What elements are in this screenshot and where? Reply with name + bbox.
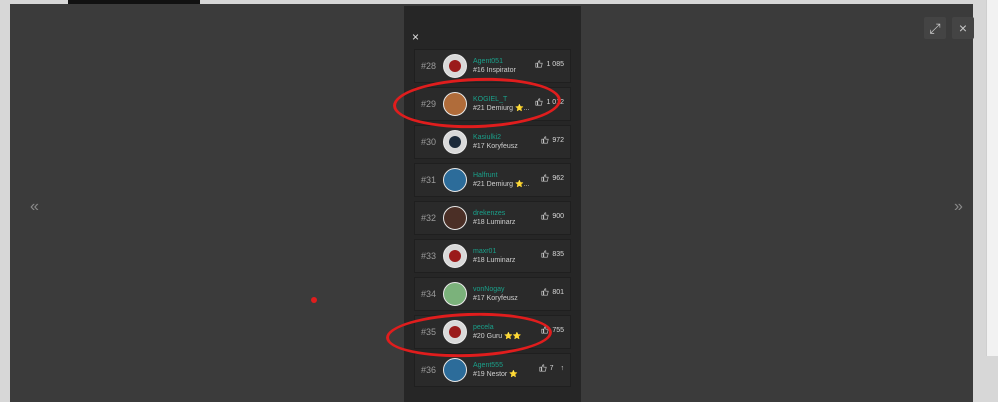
user-info: vonNogay #17 Koryfeusz bbox=[473, 285, 545, 303]
rank-label: #36 bbox=[421, 365, 437, 375]
thumbs-up-icon bbox=[535, 60, 544, 68]
thumbs-up-icon bbox=[541, 250, 549, 258]
username-link[interactable]: Halfrunt bbox=[473, 171, 545, 180]
rank-label: #28 bbox=[421, 61, 437, 71]
expand-button[interactable]: ⤢ bbox=[924, 17, 946, 39]
avatar-face-icon bbox=[449, 60, 461, 72]
avatar[interactable] bbox=[443, 244, 467, 268]
level-label: #21 Demiurg ⭐... bbox=[473, 181, 530, 188]
close-icon: × bbox=[958, 20, 968, 36]
likes-count: 801 bbox=[541, 288, 564, 296]
right-scrollbar[interactable] bbox=[986, 0, 998, 356]
username-link[interactable]: Kasiulki2 bbox=[473, 133, 545, 142]
list-item[interactable]: #30 Kasiulki2 #17 Koryfeusz 972 bbox=[414, 125, 571, 159]
username-link[interactable]: Agent051 bbox=[473, 57, 545, 66]
list-item[interactable]: #31 Halfrunt #21 Demiurg ⭐... 962 bbox=[414, 163, 571, 197]
close-button[interactable]: × bbox=[952, 17, 974, 39]
avatar[interactable] bbox=[443, 130, 467, 154]
likes-count: 962 bbox=[541, 174, 564, 182]
thumbs-up-icon bbox=[541, 288, 549, 296]
level-label: #18 Luminarz bbox=[473, 219, 516, 226]
panel-close-icon[interactable]: × bbox=[412, 30, 419, 44]
level-label: #18 Luminarz bbox=[473, 257, 516, 264]
likes-count: 1 085 bbox=[535, 60, 564, 68]
rank-label: #31 bbox=[421, 175, 437, 185]
level-label: #17 Koryfeusz bbox=[473, 143, 518, 150]
rank-label: #30 bbox=[421, 137, 437, 147]
avatar[interactable] bbox=[443, 54, 467, 78]
level-label: #16 Inspirator bbox=[473, 67, 516, 74]
level-label: #17 Koryfeusz bbox=[473, 295, 518, 302]
thumbs-up-icon bbox=[541, 212, 549, 220]
avatar[interactable] bbox=[443, 358, 467, 382]
rank-label: #33 bbox=[421, 251, 437, 261]
user-info: drekenzes #18 Luminarz bbox=[473, 209, 545, 227]
user-info: Agent555 #19 Nestor ⭐ bbox=[473, 361, 545, 379]
avatar[interactable] bbox=[443, 206, 467, 230]
expand-icon: ⤢ bbox=[929, 19, 941, 36]
avatar[interactable] bbox=[443, 168, 467, 192]
username-link[interactable]: maxr01 bbox=[473, 247, 545, 256]
rank-label: #32 bbox=[421, 213, 437, 223]
user-info: Agent051 #16 Inspirator bbox=[473, 57, 545, 75]
user-info: maxr01 #18 Luminarz bbox=[473, 247, 545, 265]
nav-left-icon[interactable]: « bbox=[30, 198, 39, 216]
username-link[interactable]: vonNogay bbox=[473, 285, 545, 294]
username-link[interactable]: Agent555 bbox=[473, 361, 545, 370]
avatar-face-icon bbox=[449, 250, 461, 262]
user-info: Kasiulki2 #17 Koryfeusz bbox=[473, 133, 545, 151]
avatar[interactable] bbox=[443, 282, 467, 306]
cursor-dot bbox=[311, 297, 317, 303]
level-label: #19 Nestor ⭐ bbox=[473, 371, 518, 378]
thumbs-up-icon bbox=[539, 364, 547, 372]
thumbs-up-icon bbox=[541, 136, 549, 144]
likes-count: 972 bbox=[541, 136, 564, 144]
arrow-up-icon[interactable]: ↑ bbox=[561, 365, 565, 372]
list-item[interactable]: #32 drekenzes #18 Luminarz 900 bbox=[414, 201, 571, 235]
thumbs-up-icon bbox=[541, 174, 549, 182]
nav-right-icon[interactable]: » bbox=[954, 198, 963, 216]
likes-count: 900 bbox=[541, 212, 564, 220]
avatar-face-icon bbox=[449, 136, 461, 148]
likes-count: 7 ↑ bbox=[539, 364, 564, 372]
list-item[interactable]: #34 vonNogay #17 Koryfeusz 801 bbox=[414, 277, 571, 311]
likes-count: 835 bbox=[541, 250, 564, 258]
user-info: Halfrunt #21 Demiurg ⭐... bbox=[473, 171, 545, 189]
rank-label: #34 bbox=[421, 289, 437, 299]
list-item[interactable]: #33 maxr01 #18 Luminarz 835 bbox=[414, 239, 571, 273]
page-bottom-white bbox=[0, 402, 998, 412]
username-link[interactable]: drekenzes bbox=[473, 209, 545, 218]
list-item[interactable]: #36 Agent555 #19 Nestor ⭐ 7 ↑ bbox=[414, 353, 571, 387]
